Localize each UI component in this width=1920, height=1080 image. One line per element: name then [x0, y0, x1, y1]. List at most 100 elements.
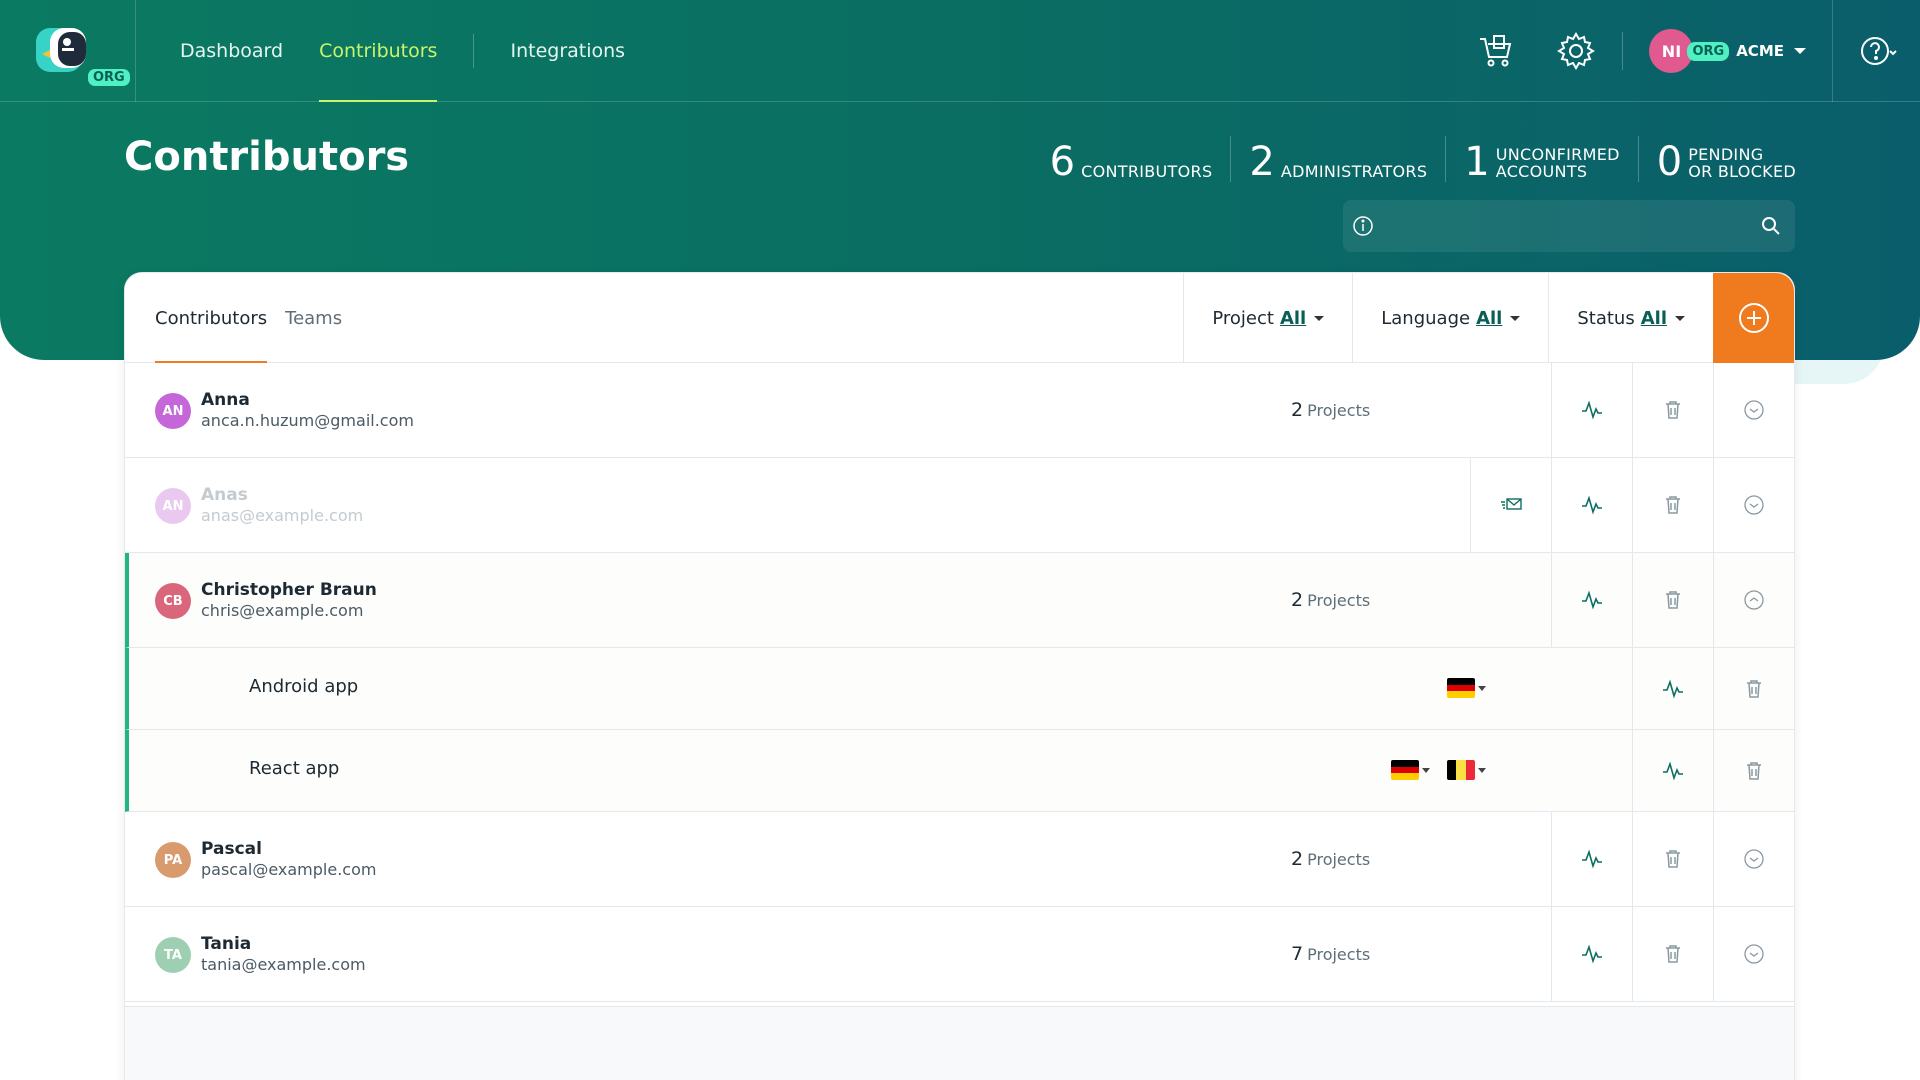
project-name: Android app	[249, 676, 359, 697]
language-select[interactable]	[1391, 760, 1430, 780]
expand-button[interactable]	[1713, 363, 1794, 457]
view-tabs: Contributors Teams	[155, 273, 360, 363]
contributors-card: Contributors Teams Project All Language …	[124, 272, 1795, 1080]
contributor-email: pascal@example.com	[201, 860, 377, 879]
stat-label: PENDING OR BLOCKED	[1688, 145, 1796, 181]
stat-unconfirmed: 1 UNCONFIRMED ACCOUNTS	[1445, 136, 1637, 182]
toolbar-divider	[1622, 32, 1624, 70]
top-navbar: ORG Dashboard Contributors Integrations …	[0, 0, 1920, 102]
stat-label: CONTRIBUTORS	[1081, 162, 1213, 181]
activity-icon	[1663, 678, 1683, 699]
caret-down-icon	[1510, 315, 1521, 321]
contributor-name: Pascal	[201, 839, 262, 859]
tab-contributors[interactable]: Contributors	[155, 273, 268, 363]
collapse-button[interactable]	[1713, 553, 1794, 647]
delete-button[interactable]	[1632, 553, 1713, 647]
german-flag-icon	[1391, 760, 1419, 780]
page-title: Contributors	[124, 134, 410, 180]
filter-value: All	[1476, 307, 1503, 329]
stats-summary: 6 CONTRIBUTORS 2 ADMINISTRATORS 1 UNCONF…	[1050, 136, 1796, 182]
org-badge-user: ORG	[1687, 41, 1730, 61]
table-row[interactable]: TA Tania tania@example.com 7 Projects	[125, 907, 1794, 1002]
delete-button[interactable]	[1632, 363, 1713, 457]
status-filter[interactable]: Status All	[1548, 273, 1713, 363]
account-menu[interactable]: NI ORG ACME	[1649, 29, 1806, 73]
nav-dashboard[interactable]: Dashboard	[180, 0, 283, 102]
nav-integrations[interactable]: Integrations	[510, 0, 625, 102]
trash-icon	[1666, 496, 1680, 514]
filter-label: Status	[1577, 307, 1635, 329]
trash-icon	[1666, 945, 1680, 963]
nav-contributors[interactable]: Contributors	[319, 0, 438, 102]
activity-button[interactable]	[1551, 812, 1632, 906]
avatar: AN	[155, 488, 191, 524]
expand-button[interactable]	[1713, 458, 1794, 552]
remove-project-button[interactable]	[1713, 648, 1794, 729]
search-icon[interactable]	[1759, 214, 1783, 238]
project-row: Android app	[125, 648, 1794, 730]
chevron-down-circle-icon	[1744, 495, 1764, 515]
contributor-email: anca.n.huzum@gmail.com	[201, 411, 414, 430]
chevron-down-circle-icon	[1744, 944, 1764, 964]
stat-number: 6	[1049, 139, 1076, 185]
info-icon[interactable]	[1351, 214, 1375, 238]
help-button[interactable]	[1832, 0, 1920, 102]
language-filter[interactable]: Language All	[1352, 273, 1548, 363]
activity-button[interactable]	[1632, 648, 1713, 729]
chevron-down-circle-icon	[1744, 849, 1764, 869]
search-input[interactable]	[1385, 210, 1745, 242]
filter-value: All	[1640, 307, 1667, 329]
caret-down-icon	[1422, 767, 1430, 773]
activity-button[interactable]	[1551, 553, 1632, 647]
nav-divider	[473, 34, 475, 68]
table-row[interactable]: AN Anna anca.n.huzum@gmail.com 2 Projects	[125, 363, 1794, 458]
expand-button[interactable]	[1713, 907, 1794, 1001]
caret-down-icon	[1478, 767, 1486, 773]
logo[interactable]: ORG	[0, 0, 136, 102]
toolbar: NI ORG ACME	[1456, 0, 1920, 102]
main-nav: Dashboard Contributors Integrations	[180, 0, 661, 102]
delete-button[interactable]	[1632, 907, 1713, 1001]
cart-icon[interactable]	[1476, 31, 1516, 71]
avatar: CB	[155, 583, 191, 619]
project-filter[interactable]: Project All	[1183, 273, 1352, 363]
projects-count: 2 Projects	[1291, 399, 1371, 421]
remove-project-button[interactable]	[1713, 730, 1794, 811]
delete-button[interactable]	[1632, 812, 1713, 906]
activity-icon	[1582, 590, 1602, 610]
activity-button[interactable]	[1551, 458, 1632, 552]
activity-icon	[1663, 760, 1683, 781]
table-row[interactable]: CB Christopher Braun chris@example.com 2…	[125, 553, 1794, 648]
activity-icon	[1582, 944, 1602, 964]
activity-button[interactable]	[1551, 907, 1632, 1001]
resend-invite-button[interactable]	[1470, 458, 1551, 552]
tab-teams[interactable]: Teams	[285, 273, 342, 363]
delete-button[interactable]	[1632, 458, 1713, 552]
contributor-email: tania@example.com	[201, 955, 366, 974]
plus-circle-icon	[1738, 303, 1769, 333]
filter-value: All	[1279, 307, 1307, 329]
activity-icon	[1582, 400, 1602, 420]
table-row[interactable]: PA Pascal pascal@example.com 2 Projects	[125, 812, 1794, 907]
stat-number: 0	[1656, 139, 1683, 185]
activity-icon	[1582, 495, 1602, 515]
gear-icon[interactable]	[1556, 31, 1596, 71]
activity-button[interactable]	[1551, 363, 1632, 457]
belgian-flag-icon	[1447, 760, 1475, 780]
chevron-down-icon	[1794, 48, 1806, 54]
projects-count: 2 Projects	[1291, 589, 1371, 611]
avatar: PA	[155, 842, 191, 878]
contributor-name: Tania	[201, 934, 252, 954]
expand-button[interactable]	[1713, 812, 1794, 906]
trash-icon	[1666, 850, 1680, 868]
activity-button[interactable]	[1632, 730, 1713, 811]
filter-label: Project	[1212, 307, 1274, 329]
language-select[interactable]	[1447, 678, 1486, 698]
add-contributor-button[interactable]	[1713, 273, 1794, 363]
org-badge: ORG	[88, 69, 130, 86]
stat-contributors: 6 CONTRIBUTORS	[1050, 136, 1231, 182]
stat-administrators: 2 ADMINISTRATORS	[1230, 136, 1445, 182]
trash-icon	[1747, 761, 1761, 780]
table-row[interactable]: AN Anas anas@example.com	[125, 458, 1794, 553]
language-select[interactable]	[1447, 760, 1486, 780]
